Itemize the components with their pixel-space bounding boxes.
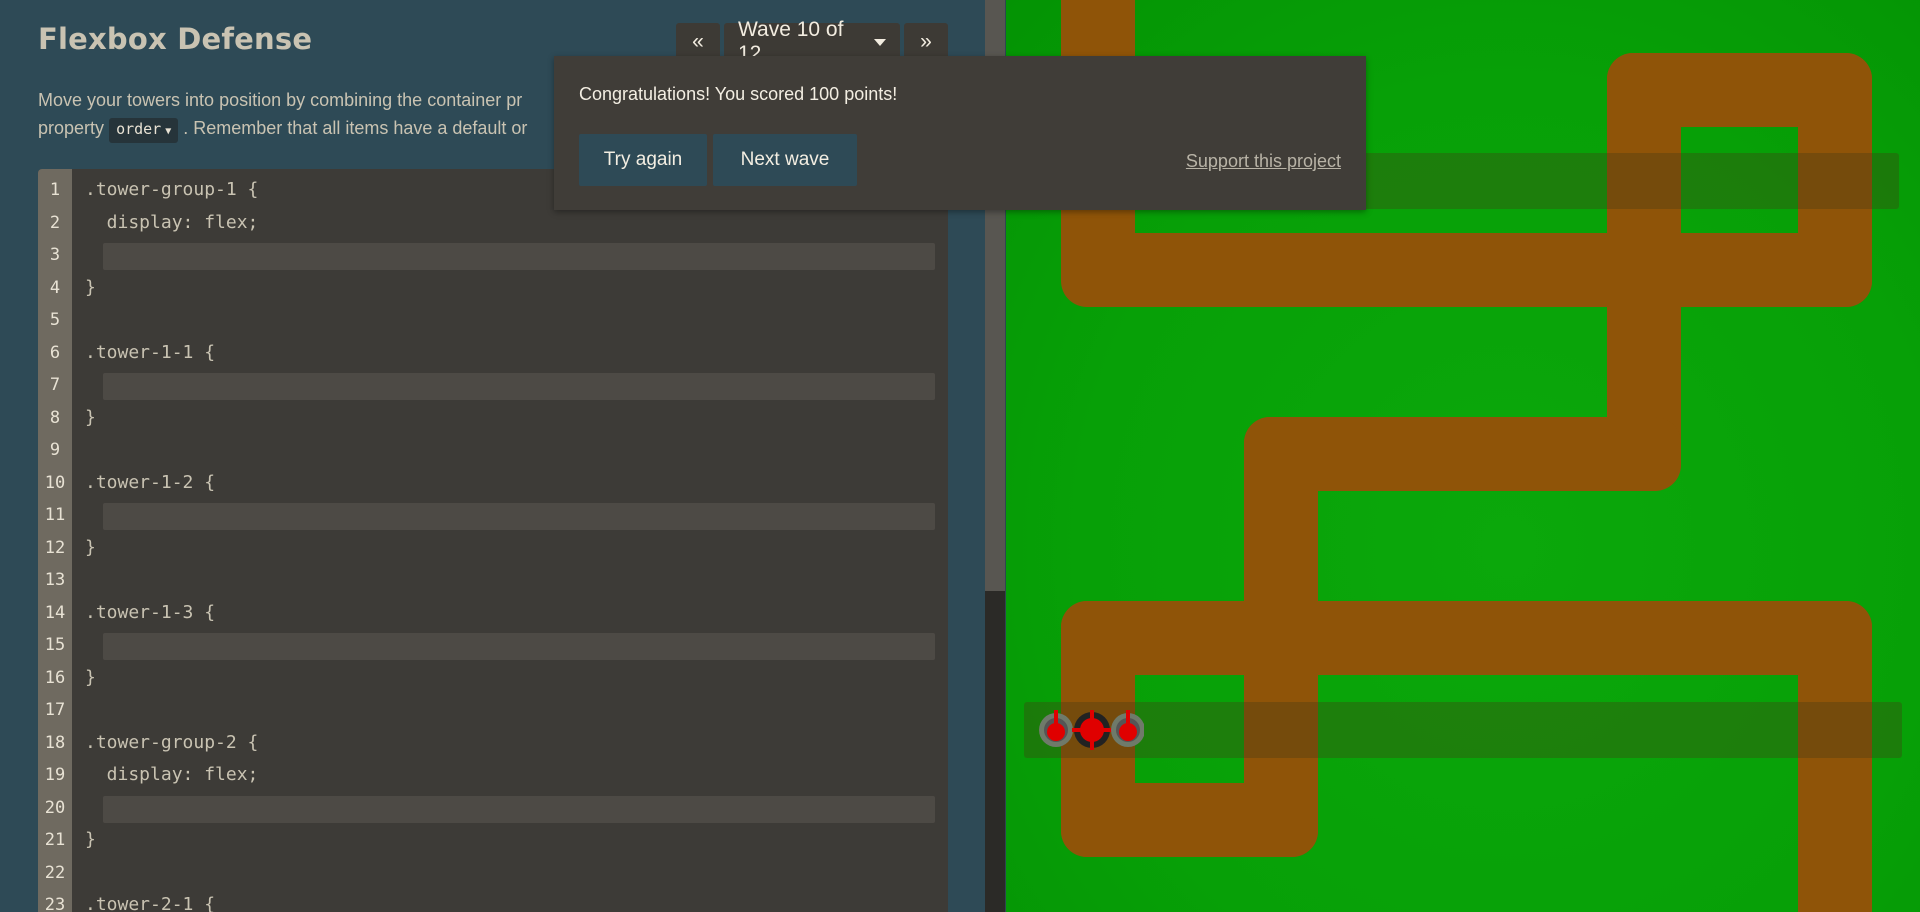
- code-line: 6 .tower-1-1 {: [38, 337, 948, 370]
- code-text: .tower-1-3 {: [85, 601, 216, 623]
- code-line: 5: [38, 304, 948, 337]
- line-number: 9: [49, 440, 61, 460]
- line-number: 11: [44, 505, 66, 525]
- code-line: 17: [38, 694, 948, 727]
- page-title: Flexbox Defense: [38, 22, 313, 56]
- path-segment: [1061, 783, 1318, 857]
- code-text: }: [85, 829, 96, 850]
- code-line: 2 display: flex;: [38, 207, 948, 240]
- css-input-field[interactable]: [103, 503, 935, 530]
- line-number: 13: [44, 570, 66, 590]
- code-text: .tower-2-1 {: [85, 894, 216, 912]
- code-line: 7: [38, 369, 948, 402]
- line-number: 5: [49, 310, 61, 330]
- code-text: }: [85, 276, 96, 298]
- code-line: 16}: [38, 662, 948, 695]
- instructions-suffix: . Remember that all items have a default…: [183, 118, 528, 138]
- tower-3-icon[interactable]: [1111, 710, 1144, 747]
- code-text: .tower-group-1 {: [85, 179, 259, 200]
- css-input-field[interactable]: [103, 373, 935, 400]
- path-segment: [1061, 601, 1872, 675]
- line-number: 8: [49, 407, 61, 428]
- line-number: 2: [49, 212, 61, 233]
- code-text: }: [85, 406, 96, 428]
- triangle-down-icon: ▼: [165, 126, 172, 137]
- tower-icons: [1039, 710, 1144, 750]
- line-number: 16: [44, 667, 66, 688]
- tower-group-2-row: [1024, 702, 1902, 758]
- code-text: display: flex;: [85, 211, 259, 233]
- result-dialog: Congratulations! You scored 100 points! …: [554, 56, 1366, 210]
- try-again-button[interactable]: Try again: [579, 134, 707, 186]
- code-line: 11: [38, 499, 948, 532]
- code-line: 14 .tower-1-3 {: [38, 597, 948, 630]
- css-input-field[interactable]: [103, 633, 935, 660]
- caret-down-icon: [874, 38, 886, 46]
- line-number: 23: [44, 895, 66, 912]
- line-number: 10: [44, 472, 66, 493]
- code-text: display: flex;: [85, 764, 259, 785]
- code-text: .tower-group-2 {: [85, 731, 259, 753]
- code-line: 4}: [38, 272, 948, 305]
- css-input-field[interactable]: [103, 243, 935, 270]
- instructions-prefix: property: [38, 118, 105, 138]
- tower-2-icon[interactable]: [1072, 710, 1112, 750]
- order-property-chip[interactable]: order ▼: [109, 118, 179, 143]
- line-number: 14: [44, 602, 66, 623]
- css-editor: 1 .tower-group-1 { 2 display: flex; 3 4} 5 6 .t…: [38, 169, 948, 912]
- line-number: 4: [49, 277, 61, 298]
- line-number: 19: [44, 765, 66, 785]
- line-number: 6: [49, 342, 61, 363]
- line-number: 15: [44, 635, 66, 655]
- line-number: 21: [44, 830, 66, 850]
- code-line: 10 .tower-1-2 {: [38, 467, 948, 500]
- code-line: 9: [38, 434, 948, 467]
- code-line: 22: [38, 857, 948, 890]
- result-message: Congratulations! You scored 100 points!: [579, 84, 898, 104]
- code-line: 23 .tower-2-1 {: [38, 889, 948, 912]
- support-project-link[interactable]: Support this project: [1186, 151, 1341, 172]
- code-text: .tower-1-2 {: [85, 471, 216, 493]
- code-line: 8}: [38, 402, 948, 435]
- line-number: 12: [44, 537, 66, 558]
- order-chip-label: order: [116, 120, 162, 138]
- line-number: 18: [44, 732, 66, 753]
- css-input-field[interactable]: [103, 795, 935, 823]
- line-number: 1: [49, 180, 61, 200]
- line-number: 7: [49, 375, 61, 395]
- code-line: 15: [38, 629, 948, 662]
- next-wave-button[interactable]: Next wave: [713, 134, 857, 186]
- code-line: 12}: [38, 532, 948, 565]
- code-line: 20: [38, 792, 948, 825]
- code-text: .tower-1-1 {: [85, 341, 216, 363]
- path-segment: [1061, 233, 1872, 307]
- code-text: }: [85, 536, 96, 558]
- line-number: 3: [49, 245, 61, 265]
- line-number: 22: [44, 862, 66, 883]
- code-line: 21}: [38, 824, 948, 857]
- code-line: 18 .tower-group-2 {: [38, 727, 948, 760]
- line-number: 20: [44, 797, 66, 818]
- line-number: 17: [44, 700, 66, 720]
- tower-1-icon[interactable]: [1039, 710, 1073, 747]
- code-line: 3: [38, 239, 948, 272]
- code-line: 13: [38, 564, 948, 597]
- code-text: }: [85, 666, 96, 688]
- code-line: 19 display: flex;: [38, 759, 948, 792]
